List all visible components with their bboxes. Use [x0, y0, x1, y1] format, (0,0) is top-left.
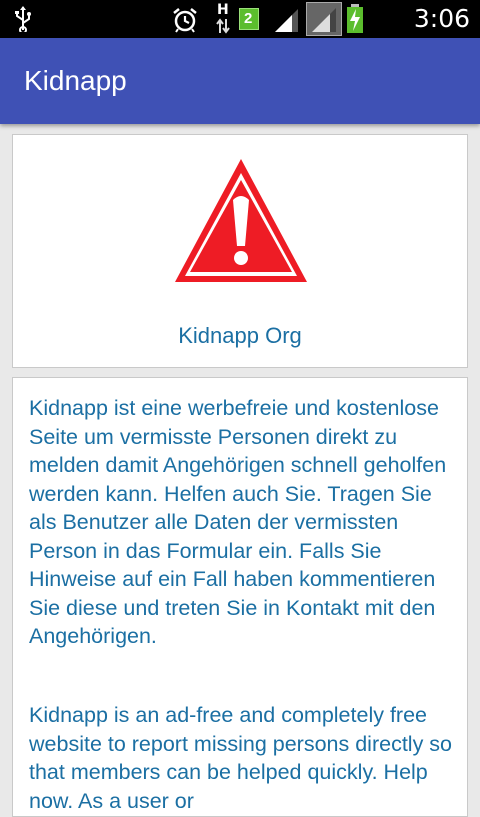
signal-icon	[275, 9, 298, 32]
description-paragraph-de: Kidnapp ist eine werbefreie und kostenlo…	[29, 396, 447, 648]
usb-icon	[15, 6, 31, 34]
network-type: H	[217, 2, 229, 18]
sim-badge: 2	[244, 10, 253, 27]
org-name-label: Kidnapp Org	[178, 323, 302, 348]
description-paragraph-en: Kidnapp is an ad-free and completely fre…	[29, 703, 453, 813]
sim-icon: 2	[239, 8, 259, 30]
data-arrows-icon	[216, 18, 230, 34]
alarm-icon	[173, 8, 197, 33]
warning-triangle-icon[interactable]	[173, 158, 309, 284]
app-title: Kidnapp	[24, 65, 127, 96]
status-left	[14, 6, 32, 34]
app-bar: Kidnapp	[0, 38, 480, 124]
battery-charging-icon	[347, 4, 363, 33]
signal-icon-2	[312, 8, 336, 32]
status-bar: H 2 3:06 PM	[0, 0, 480, 65]
